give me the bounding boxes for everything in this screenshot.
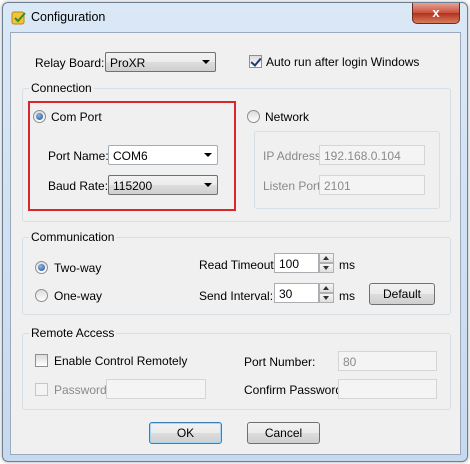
listen-port-value: 2101 — [324, 179, 351, 193]
one-way-radio[interactable] — [35, 289, 48, 302]
send-interval-value: 30 — [279, 287, 293, 301]
spin-up-icon[interactable] — [319, 253, 334, 263]
configuration-window: Configuration x Relay Board: ProXR Auto … — [2, 2, 468, 462]
relay-board-value: ProXR — [110, 56, 146, 70]
auto-run-checkbox[interactable] — [249, 55, 262, 68]
communication-group-title: Communication — [29, 230, 117, 244]
network-label[interactable]: Network — [265, 110, 309, 124]
network-subgroup — [254, 131, 440, 209]
read-timeout-field[interactable]: 100 — [274, 253, 319, 273]
password-field[interactable] — [106, 379, 206, 399]
read-timeout-spinner[interactable] — [319, 253, 334, 273]
password-label: Password: — [54, 383, 111, 397]
confirm-password-field[interactable] — [338, 379, 437, 399]
port-number-field[interactable]: 80 — [338, 351, 437, 371]
enable-remote-label[interactable]: Enable Control Remotely — [54, 354, 187, 368]
send-interval-label: Send Interval: — [199, 289, 274, 303]
title-bar[interactable]: Configuration x — [3, 3, 467, 31]
port-number-label: Port Number: — [244, 355, 316, 369]
send-interval-spinner[interactable] — [319, 283, 334, 303]
read-timeout-unit: ms — [339, 258, 355, 272]
baud-rate-value: 115200 — [113, 179, 153, 193]
close-button[interactable]: x — [412, 3, 460, 24]
spin-down-icon[interactable] — [319, 263, 334, 273]
app-config-icon — [11, 10, 27, 26]
send-interval-field[interactable]: 30 — [274, 283, 319, 303]
listen-port-field[interactable]: 2101 — [319, 175, 425, 195]
baud-rate-select[interactable]: 115200 — [108, 175, 218, 195]
window-title: Configuration — [31, 10, 106, 24]
two-way-radio[interactable] — [35, 261, 48, 274]
one-way-label[interactable]: One-way — [54, 289, 102, 303]
network-radio[interactable] — [247, 110, 260, 123]
com-port-radio[interactable] — [33, 110, 46, 123]
port-number-value: 80 — [343, 355, 357, 369]
auto-run-label[interactable]: Auto run after login Windows — [266, 55, 419, 69]
baud-rate-label: Baud Rate: — [48, 179, 109, 193]
spin-up-icon[interactable] — [319, 283, 334, 293]
listen-port-label: Listen Port: — [263, 179, 324, 193]
ip-address-value: 192.168.0.104 — [324, 149, 401, 163]
relay-board-label: Relay Board: — [35, 56, 105, 70]
ip-address-label: IP Address: — [263, 149, 325, 163]
chevron-down-icon — [204, 183, 212, 187]
two-way-label[interactable]: Two-way — [54, 261, 101, 275]
dialog-client-area: Relay Board: ProXR Auto run after login … — [10, 32, 461, 455]
confirm-password-label: Confirm Password: — [244, 383, 346, 397]
port-name-combo[interactable]: COM6 — [108, 145, 218, 165]
port-name-value: COM6 — [113, 149, 148, 163]
cancel-button[interactable]: Cancel — [247, 422, 320, 444]
enable-remote-checkbox[interactable] — [35, 354, 48, 367]
connection-group-title: Connection — [29, 81, 94, 95]
read-timeout-label: Read Timeout: — [199, 258, 278, 272]
chevron-down-icon — [204, 153, 212, 157]
chevron-down-icon — [202, 60, 210, 64]
ok-button[interactable]: OK — [149, 422, 222, 444]
send-interval-unit: ms — [339, 289, 355, 303]
read-timeout-value: 100 — [279, 257, 300, 271]
remote-access-group-title: Remote Access — [29, 326, 117, 340]
relay-board-select[interactable]: ProXR — [105, 52, 216, 72]
password-checkbox[interactable] — [35, 383, 48, 396]
port-name-label: Port Name: — [48, 149, 109, 163]
ip-address-field[interactable]: 192.168.0.104 — [319, 145, 425, 165]
com-port-label[interactable]: Com Port — [51, 110, 102, 124]
spin-down-icon[interactable] — [319, 293, 334, 303]
default-button[interactable]: Default — [369, 283, 435, 305]
